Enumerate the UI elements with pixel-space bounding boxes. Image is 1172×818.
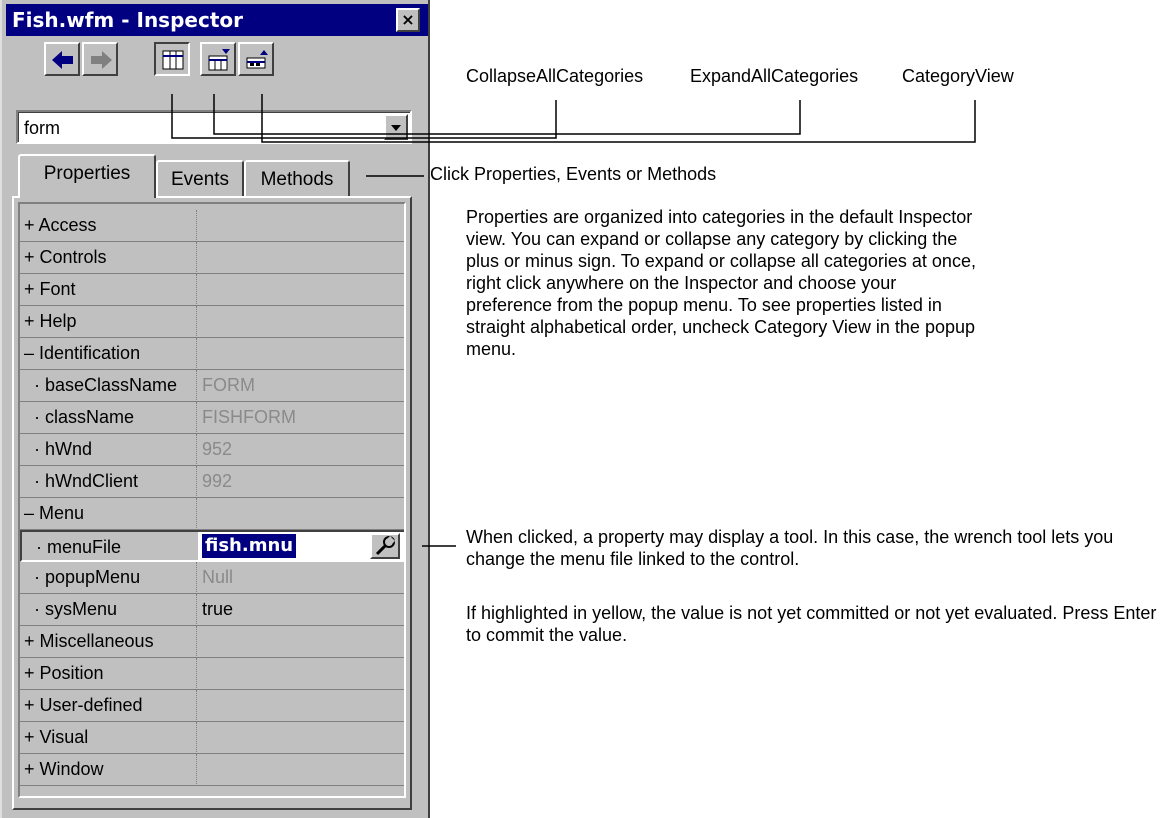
tab-properties[interactable]: Properties [18,154,156,198]
tabs-hint-label: Click Properties, Events or Methods [430,164,717,184]
expand-all-label: ExpandAllCategories [690,66,859,86]
collapse-all-label: CollapseAllCategories [466,66,644,86]
callout-lines [171,94,976,547]
category-view-label: CategoryView [902,66,1014,86]
tool-description: When clicked, a property may display a t… [466,527,1114,569]
tab-properties-label: Properties [43,163,131,184]
yellow-highlight-description: If highlighted in yellow, the value is n… [466,603,1157,645]
categories-description: Properties are organized into categories… [466,207,976,359]
